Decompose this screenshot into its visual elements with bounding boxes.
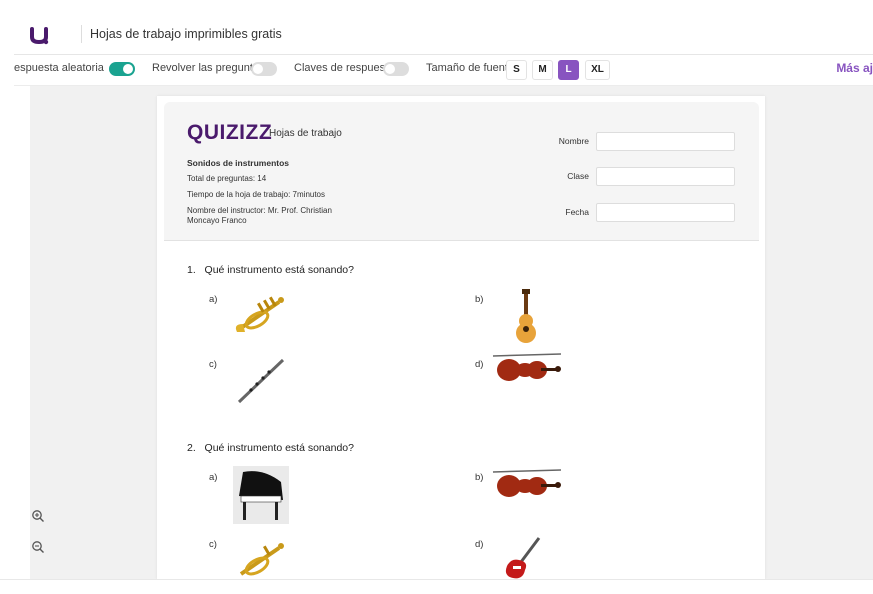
shuffle-answers-label: espuesta aleatoria [14, 62, 104, 74]
zoom-out-button[interactable] [30, 540, 46, 556]
option-letter: d) [475, 539, 484, 550]
flute-icon [237, 358, 285, 404]
class-field-label: Clase [567, 171, 589, 181]
option-letter: b) [475, 294, 484, 305]
trumpet-icon [235, 296, 284, 332]
name-field[interactable] [596, 132, 735, 151]
option-letter: c) [209, 359, 217, 370]
header-divider [81, 25, 82, 43]
name-field-label: Nombre [558, 136, 589, 146]
worksheet-toolbar: espuesta aleatoria Revolver las pregunta… [14, 55, 873, 86]
electric-guitar-icon [505, 537, 541, 579]
shuffle-questions-label: Revolver las preguntas [152, 62, 265, 74]
brand-subtitle: Hojas de trabajo [269, 128, 342, 139]
worksheet-header-card: QUIZIZZ Hojas de trabajo Sonidos de inst… [164, 102, 759, 241]
answer-keys-toggle[interactable] [383, 62, 409, 76]
violin-icon [492, 469, 562, 497]
quizizz-brand: QUIZIZZ [187, 121, 273, 144]
option-letter: b) [475, 472, 484, 483]
zoom-in-icon [32, 510, 44, 522]
font-size-label: Tamaño de fuente [426, 62, 515, 74]
instructor-name-line2: Moncayo Franco [187, 216, 247, 225]
violin-icon [492, 353, 562, 381]
zoom-in-button[interactable] [30, 509, 46, 525]
question-1: 1. Qué instrumento está sonando? [187, 264, 354, 276]
guitar-icon [516, 289, 536, 343]
trumpet-icon [239, 543, 284, 576]
page-title: Hojas de trabajo imprimibles gratis [90, 27, 282, 41]
worksheet-time: Tiempo de la hoja de trabajo: 7minutos [187, 190, 326, 199]
class-field[interactable] [596, 167, 735, 186]
question-number: 2. [187, 442, 196, 454]
total-questions: Total de preguntas: 14 [187, 174, 267, 183]
question-2: 2. Qué instrumento está sonando? [187, 442, 354, 454]
date-field[interactable] [596, 203, 735, 222]
font-size-m-button[interactable]: M [532, 60, 553, 80]
question-number: 1. [187, 264, 196, 276]
worksheet-page: QUIZIZZ Hojas de trabajo Sonidos de inst… [157, 96, 765, 579]
preview-canvas[interactable]: QUIZIZZ Hojas de trabajo Sonidos de inst… [30, 86, 873, 579]
option-letter: d) [475, 359, 484, 370]
question-text: Qué instrumento está sonando? [204, 264, 354, 276]
option-letter: c) [209, 539, 217, 550]
font-size-l-button[interactable]: L [558, 60, 579, 80]
piano-icon [233, 466, 289, 524]
shuffle-answers-toggle[interactable] [109, 62, 135, 76]
date-field-label: Fecha [565, 207, 589, 217]
question-text: Qué instrumento está sonando? [204, 442, 354, 454]
option-letter: a) [209, 294, 218, 305]
quizizz-logo-icon[interactable] [28, 24, 50, 46]
more-settings-link[interactable]: Más aj [836, 61, 873, 75]
quiz-title: Sonidos de instrumentos [187, 158, 290, 168]
option-letter: a) [209, 472, 218, 483]
answer-keys-label: Claves de respuesta [294, 62, 395, 74]
instructor-name-line1: Nombre del instructor: Mr. Prof. Christi… [187, 206, 332, 215]
font-size-s-button[interactable]: S [506, 60, 527, 80]
font-size-xl-button[interactable]: XL [585, 60, 610, 80]
zoom-out-icon [32, 541, 44, 553]
bottom-bar [0, 579, 873, 594]
app-header: Hojas de trabajo imprimibles gratis [14, 14, 873, 55]
shuffle-questions-toggle[interactable] [251, 62, 277, 76]
